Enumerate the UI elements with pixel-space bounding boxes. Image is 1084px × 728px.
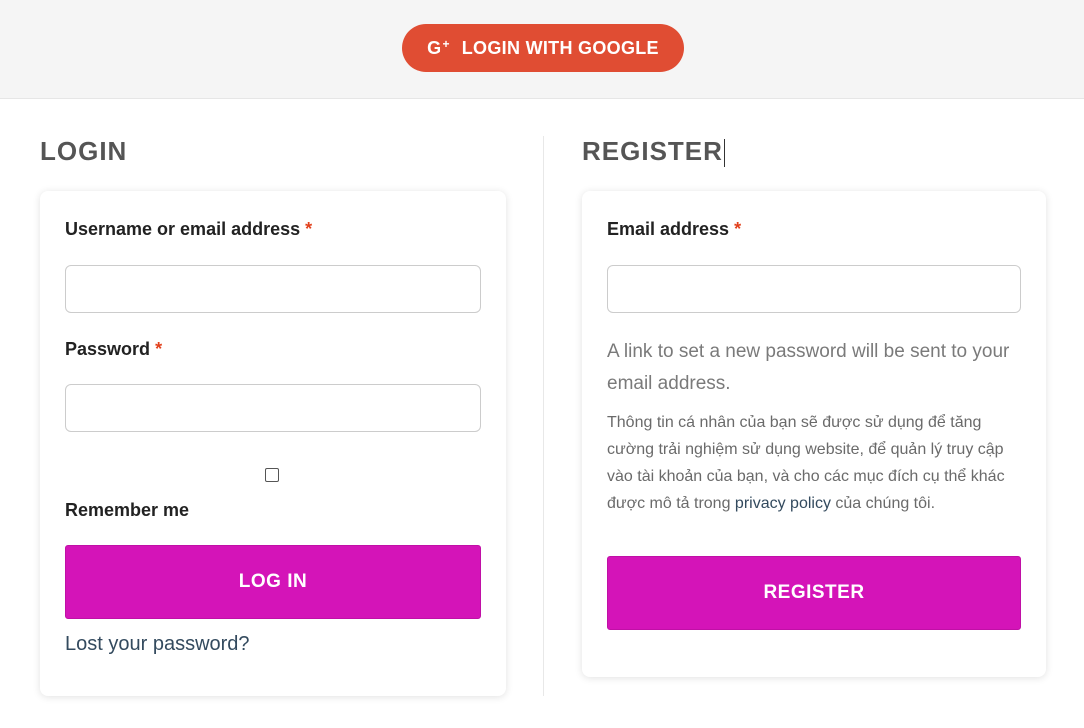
login-form: Username or email address * Password * R… <box>40 191 506 696</box>
password-input[interactable] <box>65 384 481 432</box>
google-login-label: LOGIN WITH GOOGLE <box>461 37 659 58</box>
privacy-notice-suffix: của chúng tôi. <box>830 495 936 512</box>
register-heading-text: REGISTER <box>582 136 723 166</box>
log-in-button[interactable]: LOG IN <box>65 545 481 619</box>
text-cursor <box>723 139 725 168</box>
register-button[interactable]: REGISTER <box>607 556 1021 630</box>
register-form: Email address * A link to set a new pass… <box>582 191 1046 677</box>
remember-me-checkbox[interactable] <box>265 468 279 482</box>
login-with-google-button[interactable]: G + LOGIN WITH GOOGLE <box>402 24 684 72</box>
required-mark: * <box>155 339 163 359</box>
column-divider <box>543 136 544 696</box>
social-login-bar: G + LOGIN WITH GOOGLE <box>0 0 1084 99</box>
username-label-text: Username or email address <box>65 219 301 239</box>
google-plus-icon: G + <box>427 36 450 58</box>
required-mark: * <box>305 219 313 239</box>
login-heading: LOGIN <box>40 136 128 166</box>
lost-password-link[interactable]: Lost your password? <box>65 633 250 656</box>
email-label-text: Email address <box>607 219 730 239</box>
email-label: Email address * <box>607 219 741 240</box>
password-link-notice: A link to set a new password will be sen… <box>607 341 1010 394</box>
privacy-policy-link[interactable]: privacy policy <box>735 495 831 512</box>
username-label: Username or email address * <box>65 219 312 240</box>
privacy-notice: Thông tin cá nhân của bạn sẽ được sử dụn… <box>607 409 1021 517</box>
required-mark: * <box>734 219 742 239</box>
password-label: Password * <box>65 339 162 360</box>
register-email-input[interactable] <box>607 265 1021 313</box>
remember-me-label: Remember me <box>65 500 190 520</box>
register-heading: REGISTER <box>582 136 725 168</box>
password-label-text: Password <box>65 339 151 359</box>
username-input[interactable] <box>65 265 481 313</box>
